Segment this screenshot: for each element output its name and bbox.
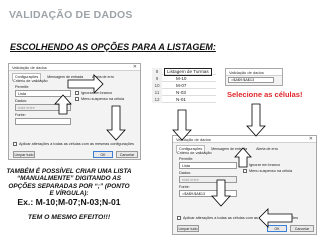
arrow-to-source-input <box>54 94 72 115</box>
same-effect-text: TEM O MESMO EFEITO!!! <box>27 214 111 221</box>
arrow-to-sheet-cell <box>172 109 192 141</box>
arrow-down-right <box>246 103 266 137</box>
arrow-to-source-value <box>211 179 231 207</box>
arrow-down-left <box>106 105 126 141</box>
arrow-to-dropdown-checkbox <box>67 74 104 94</box>
manual-list-note: TAMBÉM É POSSÍVEL CRIAR UMA LISTA “MANUA… <box>6 168 132 198</box>
arrow-to-incell-checkbox <box>234 147 252 168</box>
arrow-to-ok-button <box>258 208 293 228</box>
manual-list-example: Ex.: M-10;M-07;N-03;N-01 <box>17 197 121 207</box>
